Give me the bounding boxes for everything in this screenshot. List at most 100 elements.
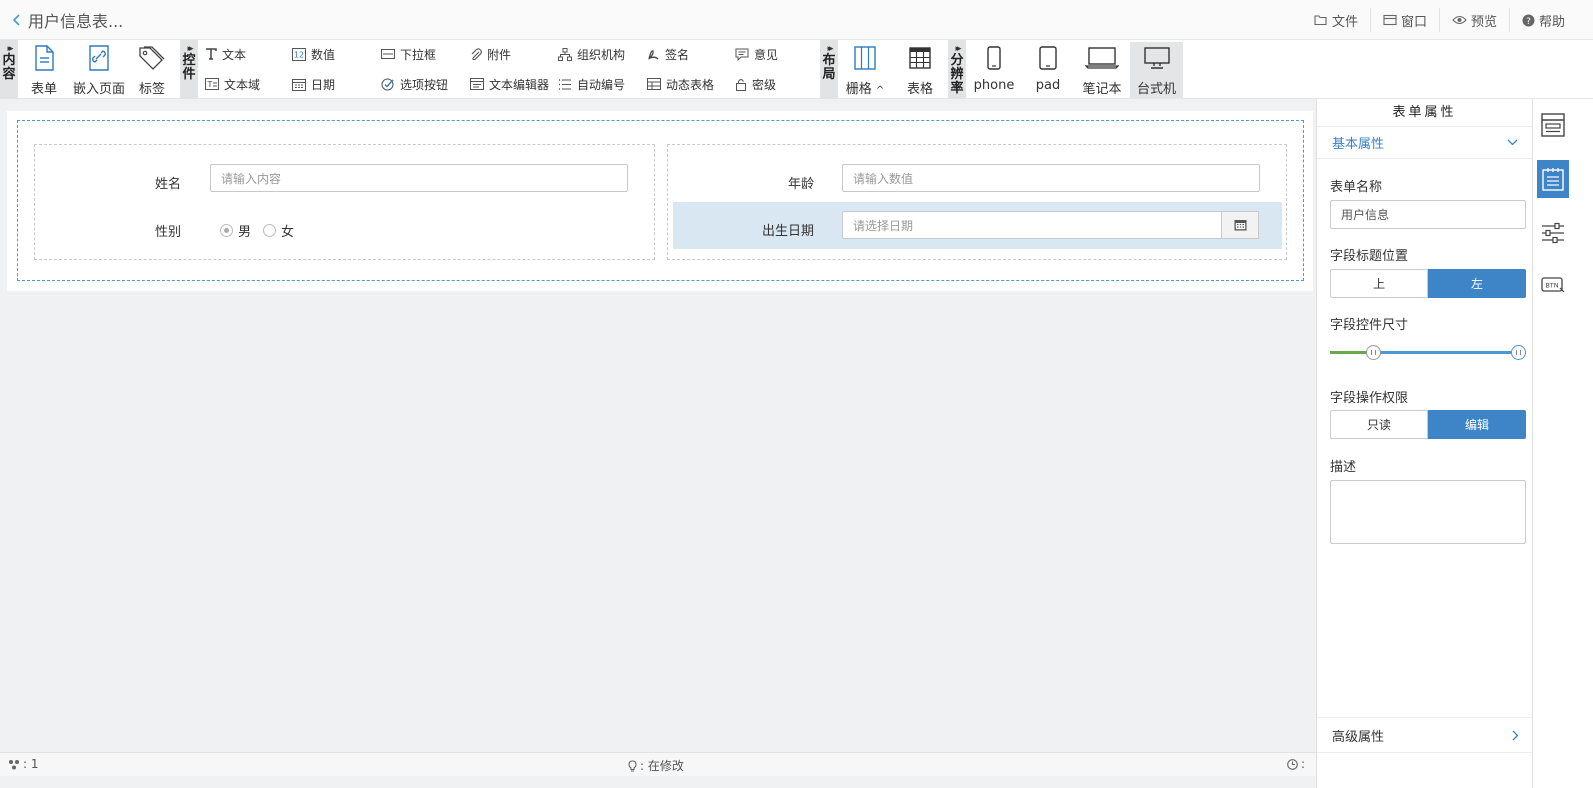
control-size-slider[interactable] (1330, 345, 1526, 361)
org-chart-icon (558, 47, 572, 61)
btn-icon: BTN (1541, 277, 1565, 293)
menu-file[interactable]: 文件 (1302, 8, 1370, 32)
resolution-phone[interactable]: phone (970, 42, 1018, 98)
name-label: 姓名 (154, 177, 181, 192)
control-size-label: 字段控件尺寸 (1330, 318, 1409, 333)
group-toggle-controls[interactable]: ▸▸ 控件 (180, 40, 198, 99)
slider-handle-low[interactable] (1366, 345, 1382, 360)
caret-up-icon: ^ (875, 85, 885, 96)
dropdown-icon (381, 49, 395, 59)
rail-buttons[interactable]: BTN (1537, 266, 1569, 304)
title-position-left[interactable]: 左 (1428, 269, 1526, 298)
textarea-icon: T (205, 78, 219, 90)
rail-form-properties[interactable] (1537, 160, 1569, 198)
numbered-list-icon (559, 78, 571, 90)
rich-text-icon (470, 78, 484, 90)
paperclip-icon (471, 47, 482, 60)
laptop-icon (1085, 47, 1119, 69)
help-icon: ? (1522, 14, 1535, 26)
tool-attachment[interactable]: 附件 (470, 45, 511, 63)
title-position-top[interactable]: 上 (1330, 269, 1428, 298)
slider-handle-high[interactable] (1511, 345, 1526, 360)
tool-number[interactable]: 12 数值 (292, 45, 335, 63)
age-input[interactable]: 请输入数值 (842, 164, 1260, 192)
svg-text:BTN: BTN (1545, 282, 1558, 290)
tablet-icon (1039, 46, 1057, 70)
group-toggle-layout[interactable]: ▸▸ 布局 (820, 40, 838, 99)
gender-label: 性别 (154, 225, 181, 240)
rail-settings[interactable] (1537, 214, 1569, 252)
tool-opinion[interactable]: 意见 (735, 45, 778, 63)
tool-tag[interactable]: 标签 (136, 42, 168, 98)
svg-text:T: T (207, 80, 213, 89)
birth-date-input[interactable]: 请选择日期 (842, 211, 1222, 239)
description-textarea[interactable] (1330, 480, 1526, 544)
advanced-props-section[interactable]: 高级属性 (1317, 717, 1533, 753)
resolution-laptop[interactable]: 笔记本 (1078, 42, 1126, 98)
tool-grid[interactable]: 栅格 ^ (842, 42, 888, 98)
tool-signature[interactable]: 签名 (647, 45, 689, 63)
grid-column-left[interactable]: 姓名 请输入内容 性别 男 女 (34, 144, 655, 260)
grid-column-right[interactable]: 年龄 请输入数值 出生日期 请选择日期 (667, 144, 1287, 260)
permission-readonly[interactable]: 只读 (1330, 410, 1428, 439)
menu-window[interactable]: 窗口 (1369, 8, 1439, 32)
document-icon (35, 45, 54, 71)
radio-check-icon (381, 78, 394, 90)
resolution-pad[interactable]: pad (1028, 42, 1068, 98)
sliders-icon (1542, 222, 1564, 244)
group-toggle-resolution[interactable]: ▸▸ 分辨率 (948, 40, 966, 99)
side-icon-rail: BTN (1532, 99, 1593, 788)
status-bar: : 1 : 在修改 : (0, 752, 1316, 776)
monitor-icon (1143, 47, 1170, 69)
tool-form[interactable]: 表单 (26, 42, 62, 98)
panel-title: 表单属性 (1317, 99, 1532, 127)
gender-radio-male[interactable]: 男 (220, 221, 251, 240)
tool-auto-number[interactable]: 自动编号 (558, 75, 625, 93)
resolution-desktop[interactable]: 台式机 (1130, 42, 1183, 98)
tool-date[interactable]: 日期 (292, 75, 335, 93)
tool-security-level[interactable]: 密级 (735, 75, 776, 93)
window-icon (1383, 14, 1397, 26)
date-picker-button[interactable] (1221, 211, 1259, 239)
status-count: : 1 (8, 757, 39, 771)
menu-preview[interactable]: 预览 (1438, 8, 1509, 32)
lock-icon (736, 78, 746, 91)
form-name-input[interactable]: 用户信息 (1330, 200, 1526, 229)
form-canvas: 姓名 请输入内容 性别 男 女 年龄 请输入数值 出生日期 请选择日期 (7, 111, 1313, 291)
name-input[interactable]: 请输入内容 (210, 164, 628, 192)
lightbulb-icon (628, 759, 637, 771)
top-menu: 文件 窗口 预览 ? 帮助 (1302, 0, 1593, 40)
tool-embed-page[interactable]: 嵌入页面 (70, 42, 128, 98)
permission-label: 字段操作权限 (1330, 391, 1409, 406)
clock-icon (1287, 758, 1298, 770)
number-icon: 12 (292, 47, 306, 61)
tool-dropdown[interactable]: 下拉框 (381, 45, 436, 63)
tool-textarea[interactable]: T 文本域 (205, 75, 260, 93)
svg-text:12: 12 (294, 50, 304, 59)
form-name-label: 表单名称 (1330, 180, 1383, 195)
folder-icon (1314, 15, 1327, 26)
form-container[interactable]: 姓名 请输入内容 性别 男 女 年龄 请输入数值 出生日期 请选择日期 (17, 120, 1304, 281)
tool-text[interactable]: 文本 (205, 45, 246, 63)
tool-table[interactable]: 表格 (904, 42, 936, 98)
toolbar: ▸▸ 内容 表单 嵌入页面 标签 ▸▸ 控件 文本 12 数值 下拉框 附件 组… (0, 40, 1593, 99)
calendar-icon (292, 78, 306, 91)
back-button[interactable]: 用户信息表... (12, 10, 152, 31)
basic-props-section[interactable]: 基本属性 (1317, 127, 1532, 159)
chevron-right-icon (1512, 730, 1519, 740)
tool-text-editor[interactable]: 文本编辑器 (470, 75, 549, 93)
gender-radio-female[interactable]: 女 (263, 221, 294, 240)
group-toggle-content[interactable]: ▸▸ 内容 (0, 40, 18, 99)
age-label: 年龄 (787, 177, 814, 192)
rail-form-layout[interactable] (1537, 106, 1569, 144)
tool-option-button[interactable]: 选项按钮 (381, 75, 448, 93)
form-layout-icon (1541, 113, 1565, 137)
menu-help[interactable]: ? 帮助 (1508, 8, 1593, 32)
tool-dynamic-table[interactable]: 动态表格 (647, 75, 714, 93)
permission-toggle: 只读 编辑 (1330, 410, 1526, 439)
cube-nodes-icon (9, 759, 19, 769)
permission-edit[interactable]: 编辑 (1428, 410, 1526, 439)
status-editing: : 在修改 (628, 757, 684, 774)
tool-org[interactable]: 组织机构 (558, 45, 625, 63)
title-position-toggle: 上 左 (1330, 269, 1526, 298)
